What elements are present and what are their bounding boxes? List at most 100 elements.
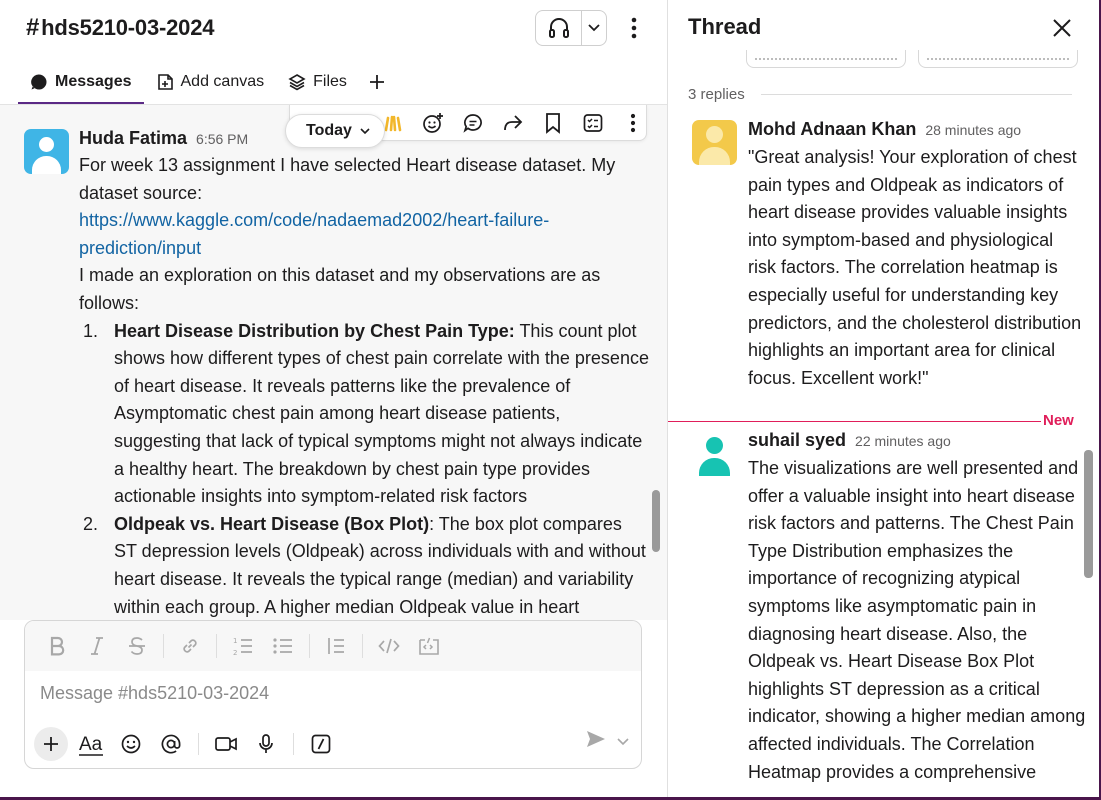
chevron-down-icon <box>588 24 600 32</box>
link-icon[interactable] <box>172 630 208 662</box>
reply-author[interactable]: suhail syed <box>748 427 846 455</box>
avatar[interactable] <box>24 129 69 174</box>
avatar[interactable] <box>692 120 737 165</box>
reply-timestamp[interactable]: 28 minutes ago <box>925 117 1021 145</box>
headphones-icon <box>548 18 569 38</box>
slash-command-icon <box>311 734 331 754</box>
ordered-list-icon[interactable]: 12 <box>225 630 261 662</box>
attachment-thumbnail[interactable] <box>918 50 1078 68</box>
channel-name: hds5210-03-2024 <box>41 15 215 40</box>
message-list: Today Huda Fatima 6:56 PM For week 13 as… <box>0 105 667 620</box>
list-item: 1. Heart Disease Distribution by Chest Pa… <box>79 318 649 511</box>
tab-messages[interactable]: Messages <box>18 64 144 105</box>
huddle-button[interactable] <box>536 11 582 45</box>
message-author[interactable]: Huda Fatima <box>79 125 187 153</box>
reply-text: The visualizations are well presented an… <box>748 458 1086 782</box>
tab-label: Messages <box>55 73 132 90</box>
emoji-icon <box>121 734 141 754</box>
date-label: Today <box>306 122 352 139</box>
close-icon <box>1053 19 1071 37</box>
avatar[interactable] <box>692 431 737 476</box>
huddle-options-button[interactable] <box>582 11 606 45</box>
huddle-control <box>535 10 607 46</box>
code-icon[interactable] <box>371 630 407 662</box>
svg-text:2: 2 <box>233 649 237 656</box>
canvas-icon <box>157 74 173 90</box>
message-text: I made an exploration on this dataset an… <box>79 265 601 313</box>
list-item-text: This count plot shows how different type… <box>114 320 649 507</box>
thread-pane: Thread 3 replies Mohd Adnaan Khan 28 min… <box>667 0 1099 797</box>
thread-title: Thread <box>688 14 762 39</box>
tab-files[interactable]: Files <box>276 64 359 100</box>
blockquote-icon[interactable] <box>318 630 354 662</box>
send-controls <box>585 729 629 754</box>
channel-title[interactable]: # hds5210-03-2024 <box>26 14 214 42</box>
video-clip-button[interactable] <box>209 727 243 761</box>
video-icon <box>215 737 237 751</box>
formatting-toggle-button[interactable]: Aa <box>74 727 108 761</box>
tab-label: Add canvas <box>180 73 265 90</box>
message-composer: 12 Message #hds5210-03-2024 Aa <box>24 620 642 769</box>
list-item-heading: Oldpeak vs. Heart Disease (Box Plot) <box>114 513 430 534</box>
list-item: 2. Oldpeak vs. Heart Disease (Box Plot): … <box>79 511 649 620</box>
scrollbar-thumb[interactable] <box>652 490 660 552</box>
list-number: 2. <box>83 513 99 534</box>
channel-more-button[interactable] <box>622 14 646 42</box>
shortcuts-button[interactable] <box>304 727 338 761</box>
send-icon <box>587 731 605 747</box>
audio-clip-button[interactable] <box>249 727 283 761</box>
reply-text: "Great analysis! Your exploration of che… <box>748 147 1082 388</box>
mention-icon <box>161 734 181 754</box>
channel-pane: # hds5210-03-2024 Messages Add canvas Fi… <box>0 0 667 797</box>
plus-icon <box>369 75 384 89</box>
plus-icon <box>44 737 58 751</box>
reply-timestamp[interactable]: 22 minutes ago <box>855 428 951 456</box>
scrollbar-thumb[interactable] <box>1084 450 1093 578</box>
attachment-thumbnail[interactable] <box>746 50 906 68</box>
tab-add-canvas[interactable]: Add canvas <box>144 64 277 100</box>
message-input[interactable]: Message #hds5210-03-2024 <box>40 683 269 704</box>
channel-tabs: Messages Add canvas Files <box>18 64 395 106</box>
attachment-thumbnails <box>746 50 1078 70</box>
reply-meta: Mohd Adnaan Khan 28 minutes ago <box>748 116 1086 144</box>
composer-actions: Aa <box>34 727 338 761</box>
replies-divider: 3 replies <box>688 86 1072 103</box>
kebab-icon <box>631 17 637 39</box>
formatting-toolbar: 12 <box>25 621 641 671</box>
attach-button[interactable] <box>34 727 68 761</box>
bold-icon[interactable] <box>39 630 75 662</box>
list-number: 1. <box>83 320 99 341</box>
replies-count: 3 replies <box>688 86 745 103</box>
send-options-button[interactable] <box>617 733 629 751</box>
date-divider-pill[interactable]: Today <box>285 114 385 148</box>
reply-meta: suhail syed 22 minutes ago <box>748 427 1086 455</box>
reply-content: Mohd Adnaan Khan 28 minutes ago "Great a… <box>748 116 1086 392</box>
tab-label: Files <box>313 73 347 90</box>
list-item-heading: Heart Disease Distribution by Chest Pain… <box>114 320 515 341</box>
formatting-icon: Aa <box>79 734 103 756</box>
bullet-list-icon[interactable] <box>265 630 301 662</box>
add-tab-button[interactable] <box>359 64 395 100</box>
channel-hash: # <box>26 14 40 41</box>
observation-list: 1. Heart Disease Distribution by Chest Pa… <box>79 318 649 620</box>
mention-button[interactable] <box>154 727 188 761</box>
message-text: For week 13 assignment I have selected H… <box>79 155 616 203</box>
layers-icon <box>288 74 306 91</box>
svg-text:1: 1 <box>233 637 237 645</box>
close-thread-button[interactable] <box>1048 14 1076 42</box>
chevron-down-icon <box>360 127 370 134</box>
strikethrough-icon[interactable] <box>119 630 155 662</box>
code-block-icon[interactable] <box>411 630 447 662</box>
chevron-down-icon <box>617 737 629 745</box>
message-timestamp[interactable]: 6:56 PM <box>196 126 248 154</box>
dataset-link[interactable]: https://www.kaggle.com/code/nadaemad2002… <box>79 210 549 258</box>
microphone-icon <box>259 734 273 753</box>
channel-header: # hds5210-03-2024 <box>0 0 667 58</box>
svg-text:Aa: Aa <box>79 734 103 755</box>
italic-icon[interactable] <box>79 630 115 662</box>
emoji-button[interactable] <box>114 727 148 761</box>
message: Huda Fatima 6:56 PM For week 13 assignme… <box>79 125 649 620</box>
reply-author[interactable]: Mohd Adnaan Khan <box>748 116 916 144</box>
reply-content: suhail syed 22 minutes ago The visualiza… <box>748 427 1086 786</box>
send-button[interactable] <box>585 729 607 754</box>
